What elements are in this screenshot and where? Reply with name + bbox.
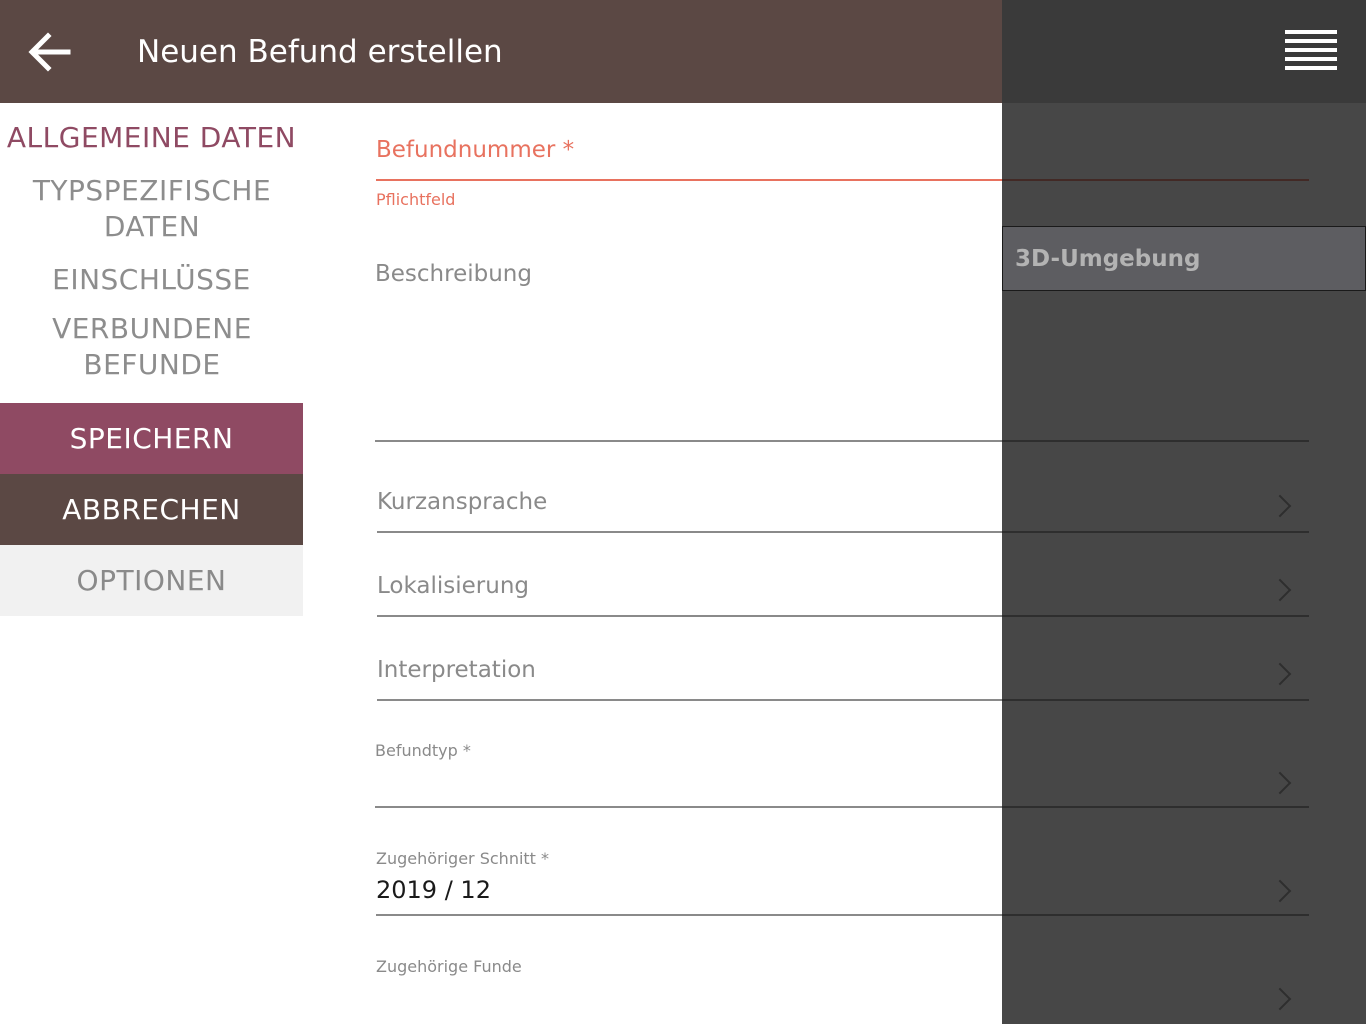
drawer-backdrop[interactable] [1002,0,1366,1024]
lokalisierung-label: Lokalisierung [377,573,530,599]
schnitt-value[interactable]: 2019 / 12 [376,876,491,904]
befundtyp-label: Befundtyp * [375,741,471,760]
funde-label: Zugehörige Funde [376,957,522,976]
drawer-item-3d-umgebung[interactable]: 3D-Umgebung [1002,226,1366,291]
interpretation-label: Interpretation [377,657,536,683]
befundnummer-label: Befundnummer * [376,137,575,163]
beschreibung-label: Beschreibung [375,261,532,287]
kurzansprache-label: Kurzansprache [377,489,548,515]
befundnummer-error: Pflichtfeld [376,190,456,209]
hamburger-menu-icon[interactable] [1285,30,1339,72]
schnitt-label: Zugehöriger Schnitt * [376,849,550,868]
